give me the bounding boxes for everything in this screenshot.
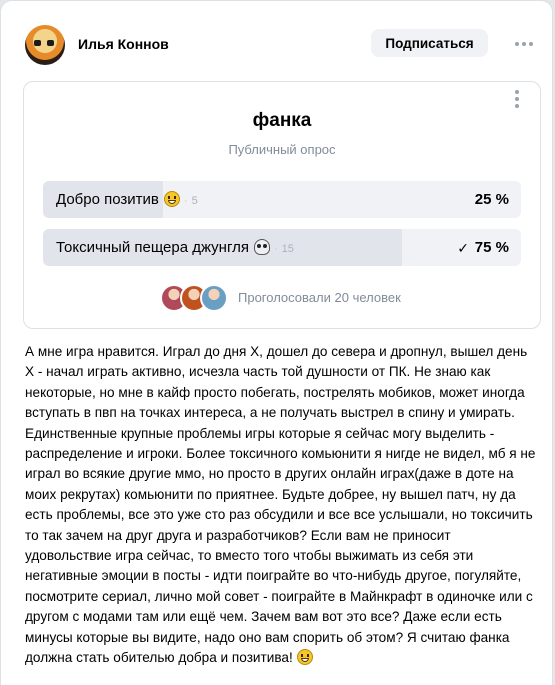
avatar-sunglasses [34,40,56,48]
poll-option-2-count: 15 [281,243,294,255]
poll-option-1-count: 5 [191,195,198,207]
voted-check-icon: ✓ [457,240,469,256]
grinning-face-icon [163,191,180,207]
author-avatar[interactable] [25,25,65,65]
poll-option-1[interactable]: Добро позитив · 5 25 % [43,181,521,218]
poll-voters[interactable]: Проголосовали 20 человек [160,284,420,312]
poll-title: фанка [252,110,312,131]
poll-subtitle: Публичный опрос [228,142,336,157]
poll-option-2-percent: 75 % [474,239,509,256]
post-card: Илья Коннов Подписаться фанка Публичный … [0,0,553,685]
post-header: Илья Коннов Подписаться [25,21,535,67]
voters-count-text[interactable]: Проголосовали 20 человек [238,290,401,305]
poll-option-1-percent: 25 % [474,191,509,208]
author-name[interactable]: Илья Коннов [78,36,169,52]
skull-icon [253,239,270,255]
poll-option-1-label: Добро позитив [56,191,159,208]
poll-card: фанка Публичный опрос Добро позитив · 5 25… [23,81,541,329]
poll-option-2-label: Токсичный пещера джунгля [56,239,249,256]
poll-more-icon[interactable] [512,90,522,110]
post-body: А мне игра нравится. Играл до дня Х, дош… [25,344,536,666]
grinning-face-icon [296,649,313,666]
post-text: А мне игра нравится. Играл до дня Х, дош… [25,342,537,669]
poll-option-2[interactable]: Токсичный пещера джунгля · 15 ✓ 75 % [43,229,521,266]
voter-avatar [200,284,228,312]
more-options-icon[interactable] [515,41,535,47]
subscribe-button[interactable]: Подписаться [371,29,488,57]
